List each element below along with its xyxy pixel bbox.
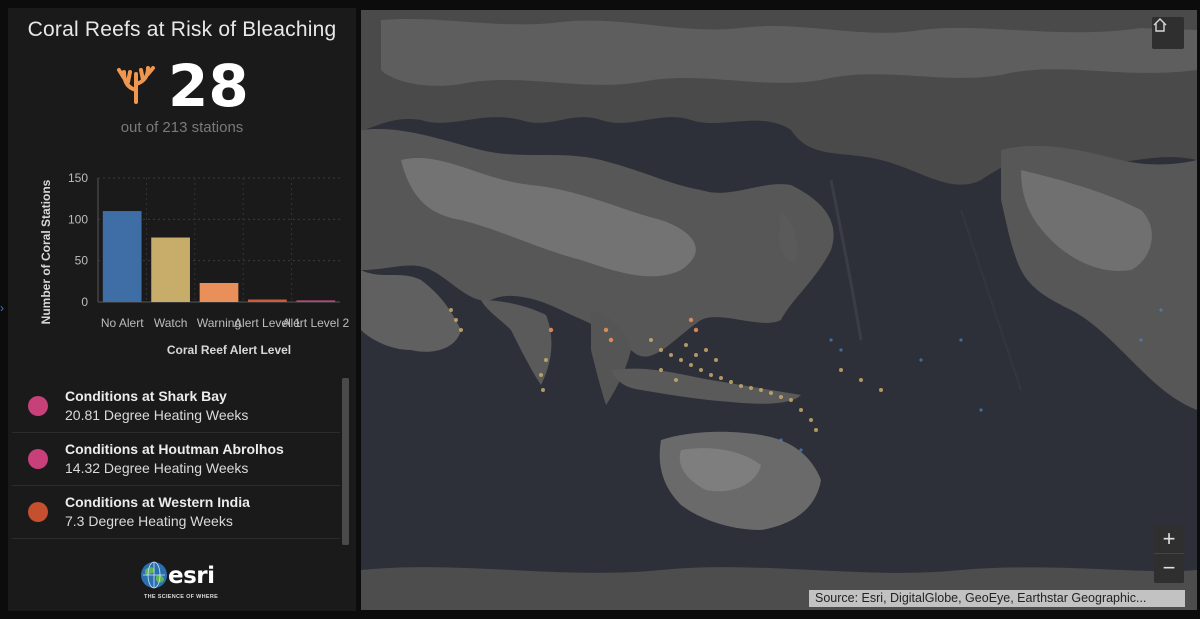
item-subtitle: 7.3 Degree Heating Weeks [65,513,233,529]
x-tick-label: Watch [154,316,188,330]
status-dot [28,502,48,522]
bar-watch [151,237,190,302]
dashboard: › Coral Reefs at Risk of Bleaching 28 ou… [0,0,1200,619]
bar-no-alert [102,211,142,302]
map-attribution[interactable]: Source: Esri, DigitalGlobe, GeoEye, Eart… [809,590,1185,607]
list-scrollbar[interactable] [342,378,349,545]
indicator: 28 [8,52,356,124]
item-title: Conditions at Western India [65,494,250,510]
item-title: Conditions at Shark Bay [65,388,227,404]
globe-icon [141,561,167,589]
status-dot [28,396,48,416]
esri-logo: esri THE SCIENCE OF WHERE [136,561,236,605]
map-view[interactable]: + − Source: Esri, DigitalGlobe, GeoEye, … [361,10,1197,610]
x-axis-title: Coral Reef Alert Level [167,343,291,357]
indicator-value: 28 [168,52,249,120]
list-item[interactable]: Conditions at Shark Bay 20.81 Degree Hea… [12,380,340,433]
indicator-subtitle: out of 213 stations [120,119,244,136]
zoom-in-button[interactable]: + [1154,525,1184,554]
home-button[interactable] [1152,17,1184,49]
status-dot [28,449,48,469]
bar-alert-level-1 [248,299,287,302]
bar-alert-level-2 [296,300,336,302]
y-tick-label: 50 [75,254,89,268]
basemap [361,10,1197,610]
item-subtitle: 14.32 Degree Heating Weeks [65,460,249,476]
zoom-control: + − [1154,525,1184,583]
station-list: Conditions at Shark Bay 20.81 Degree Hea… [12,380,340,546]
list-item[interactable]: Conditions at Houtman Abrolhos 14.32 Deg… [12,433,340,486]
zoom-out-button[interactable]: − [1154,554,1184,583]
home-icon [1153,18,1167,32]
left-panel: Coral Reefs at Risk of Bleaching 28 out … [8,8,356,611]
y-tick-label: 150 [68,172,88,185]
coral-icon [117,66,155,104]
esri-tagline: THE SCIENCE OF WHERE [144,594,219,600]
y-tick-label: 100 [68,212,88,226]
y-tick-label: 0 [81,295,88,309]
scrollbar-thumb[interactable] [342,378,349,545]
list-item[interactable]: Conditions at Western India 7.3 Degree H… [12,486,340,539]
bar-warning [199,282,239,302]
item-subtitle: 20.81 Degree Heating Weeks [65,407,249,423]
esri-wordmark: esri [168,563,215,589]
alert-level-chart: 050100150No Alert Watch WarningAlert Level… [39,172,349,357]
item-title: Conditions at Houtman Abrolhos [65,441,284,457]
y-axis-title: Number of Coral Stations [39,179,53,324]
x-tick-label: Alert Level 2 [282,316,349,330]
expand-arrow-icon[interactable]: › [0,301,6,317]
panel-title: Coral Reefs at Risk of Bleaching [27,18,337,41]
x-tick-label: No Alert [101,316,144,330]
